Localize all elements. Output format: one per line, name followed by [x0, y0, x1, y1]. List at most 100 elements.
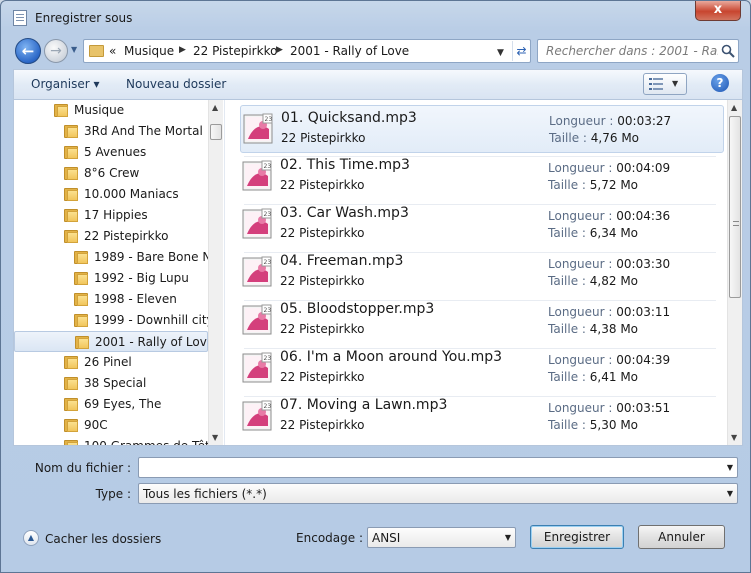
tree-item[interactable]: Musique — [14, 100, 208, 121]
folder-icon — [89, 45, 104, 57]
file-length: Longueur : 00:03:27 — [549, 114, 671, 128]
file-artist: 22 Pistepirkko — [280, 178, 365, 192]
folder-icon — [74, 272, 88, 285]
folder-tree: Musique 3Rd And The Mortal 5 Avenues 8°6 Cr… — [14, 100, 224, 445]
folder-icon — [74, 251, 88, 264]
file-row[interactable]: 23 03. Car Wash.mp3 22 Pistepirkko Longueur… — [240, 201, 724, 249]
breadcrumb-album[interactable]: 2001 - Rally of Love — [290, 44, 409, 58]
search-icon[interactable] — [721, 44, 735, 58]
audio-file-icon: 23 — [243, 113, 273, 144]
folder-icon — [64, 188, 78, 201]
length-value: 00:03:11 — [616, 305, 671, 319]
breadcrumb-musique[interactable]: Musique — [124, 44, 174, 58]
file-type-select[interactable]: Tous les fichiers (*.*) ▼ — [138, 483, 738, 504]
tree-item[interactable]: 26 Pinel — [14, 352, 208, 373]
address-bar[interactable]: « Musique ▶ 22 Pistepirkko ▶ 2001 - Rall… — [83, 39, 531, 63]
file-length: Longueur : 00:03:51 — [548, 401, 670, 415]
size-value: 5,30 Mo — [589, 418, 639, 432]
tree-item-label: 17 Hippies — [84, 208, 148, 222]
tree-item[interactable]: 100 Grammes de Têtes — [14, 436, 208, 445]
organize-menu-button[interactable]: Organiser ▾ — [31, 77, 99, 91]
scroll-thumb[interactable] — [210, 124, 222, 140]
file-row[interactable]: 23 04. Freeman.mp3 22 Pistepirkko Longueur … — [240, 249, 724, 297]
back-button[interactable]: ← — [15, 38, 41, 64]
tree-item[interactable]: 90C — [14, 415, 208, 436]
folder-icon — [54, 104, 68, 117]
tree-item[interactable]: 1999 - Downhill city ( — [14, 310, 208, 331]
tree-item[interactable]: 1989 - Bare Bone Nest — [14, 247, 208, 268]
tree-item[interactable]: 3Rd And The Mortal — [14, 121, 208, 142]
save-button[interactable]: Enregistrer — [530, 525, 624, 549]
tree-item[interactable]: 38 Special — [14, 373, 208, 394]
chevron-up-icon[interactable]: ▲ — [23, 530, 39, 546]
size-key: Taille : — [548, 370, 586, 384]
view-options-button[interactable]: ▼ — [643, 73, 687, 95]
scroll-down-icon[interactable]: ▼ — [212, 433, 218, 442]
chevron-down-icon: ▼ — [672, 79, 679, 88]
size-value: 4,76 Mo — [590, 131, 640, 145]
command-toolbar: Organiser ▾ Nouveau dossier ▼ ? — [13, 69, 743, 99]
arrow-left-icon: ← — [21, 42, 35, 60]
tree-item[interactable]: 22 Pistepirkko — [14, 226, 208, 247]
scroll-up-icon[interactable]: ▲ — [212, 103, 218, 112]
length-value: 00:03:30 — [616, 257, 671, 271]
chevron-right-icon[interactable]: ▶ — [276, 45, 283, 55]
file-row[interactable]: 23 01. Quicksand.mp3 22 Pistepirkko Longueu… — [240, 105, 724, 153]
tree-item-label: 1992 - Big Lupu — [94, 271, 189, 285]
scroll-up-icon[interactable]: ▲ — [731, 103, 737, 112]
audio-file-icon: 23 — [242, 256, 272, 287]
file-length: Longueur : 00:04:39 — [548, 353, 670, 367]
cancel-button[interactable]: Annuler — [638, 525, 725, 549]
size-key: Taille : — [548, 418, 586, 432]
file-row[interactable]: 23 06. I'm a Moon around You.mp3 22 Pistep… — [240, 345, 724, 393]
close-button[interactable]: x — [695, 1, 741, 21]
new-folder-button[interactable]: Nouveau dossier — [126, 77, 226, 91]
file-row[interactable]: 23 02. This Time.mp3 22 Pistepirkko Longueu… — [240, 153, 724, 201]
tree-item[interactable]: 8°6 Crew — [14, 163, 208, 184]
file-length: Longueur : 00:04:09 — [548, 161, 670, 175]
file-name: 07. Moving a Lawn.mp3 — [280, 397, 448, 413]
filename-field[interactable]: ▼ — [138, 457, 738, 478]
tree-item[interactable]: 69 Eyes, The — [14, 394, 208, 415]
pane-splitter[interactable] — [224, 100, 225, 445]
size-key: Taille : — [548, 178, 586, 192]
file-name: 01. Quicksand.mp3 — [281, 110, 417, 126]
file-row[interactable]: 23 07. Moving a Lawn.mp3 22 Pistepirkko Lon… — [240, 393, 724, 441]
tree-item-label: 26 Pinel — [84, 355, 132, 369]
tree-item[interactable]: 2001 - Rally of Love — [14, 331, 208, 352]
tree-item[interactable]: 10.000 Maniacs — [14, 184, 208, 205]
tree-item[interactable]: 1992 - Big Lupu — [14, 268, 208, 289]
tree-scrollbar[interactable]: ▲ ▼ — [208, 100, 223, 445]
chevron-down-icon: ▼ — [726, 489, 733, 498]
length-value: 00:04:09 — [616, 161, 671, 175]
tree-item[interactable]: 17 Hippies — [14, 205, 208, 226]
tree-item-label: 22 Pistepirkko — [84, 229, 169, 243]
file-list-scrollbar[interactable]: ▲ ▼ — [727, 100, 742, 445]
refresh-button[interactable]: ⇄ — [512, 41, 530, 61]
chevron-down-icon[interactable]: ▼ — [727, 463, 733, 472]
audio-file-icon: 23 — [242, 400, 272, 431]
details-view-icon — [649, 78, 663, 90]
file-row[interactable]: 23 05. Bloodstopper.mp3 22 Pistepirkko Long… — [240, 297, 724, 345]
hide-folders-toggle[interactable]: Cacher les dossiers — [45, 532, 161, 546]
encoding-select[interactable]: ANSI ▼ — [367, 527, 516, 548]
window-title: Enregistrer sous — [35, 11, 133, 25]
tree-item[interactable]: 5 Avenues — [14, 142, 208, 163]
history-dropdown-icon[interactable]: ▼ — [71, 45, 81, 57]
tree-item-label: 90C — [84, 418, 108, 432]
forward-button[interactable]: → — [44, 39, 68, 63]
search-input[interactable]: Rechercher dans : 2001 - Rally ... — [537, 39, 739, 63]
breadcrumb-overflow[interactable]: « — [109, 44, 116, 58]
file-artist: 22 Pistepirkko — [280, 226, 365, 240]
help-button[interactable]: ? — [711, 74, 729, 92]
chevron-right-icon[interactable]: ▶ — [179, 45, 186, 55]
breadcrumb-artist[interactable]: 22 Pistepirkko — [193, 44, 277, 58]
svg-text:23: 23 — [264, 355, 272, 362]
folder-icon — [64, 440, 78, 445]
folder-icon — [64, 209, 78, 222]
scroll-down-icon[interactable]: ▼ — [731, 433, 737, 442]
chevron-down-icon[interactable]: ▼ — [497, 48, 504, 58]
scroll-thumb[interactable] — [729, 116, 741, 298]
tree-item[interactable]: 1998 - Eleven — [14, 289, 208, 310]
audio-file-icon: 23 — [242, 352, 272, 383]
